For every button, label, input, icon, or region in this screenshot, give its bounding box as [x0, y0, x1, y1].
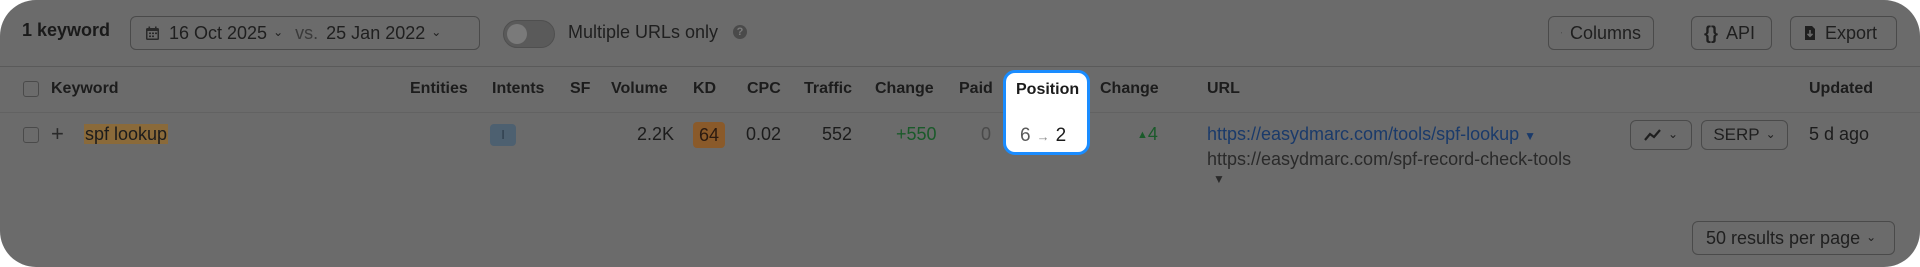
intent-badge: I	[490, 124, 516, 146]
url-cell[interactable]: https://easydmarc.com/tools/spf-lookup ▼	[1207, 124, 1536, 145]
chevron-down-icon: ⌄	[1667, 127, 1679, 141]
url-primary-link[interactable]: https://easydmarc.com/tools/spf-lookup	[1207, 124, 1519, 144]
header-position-change[interactable]: Change	[1100, 80, 1159, 98]
keyword-link[interactable]: spf lookup	[84, 124, 169, 144]
kd-badge: 64	[693, 122, 725, 148]
select-all-checkbox[interactable]	[23, 81, 39, 97]
columns-icon	[1561, 32, 1562, 34]
serp-button[interactable]: SERP ⌄	[1701, 120, 1788, 150]
header-cpc[interactable]: CPC	[747, 80, 781, 98]
multiple-urls-label: Multiple URLs only	[568, 22, 719, 42]
keyword-cell[interactable]: spf lookup	[84, 124, 169, 145]
date-primary[interactable]: 16 Oct 2025	[169, 23, 267, 44]
paid-cell: 0	[981, 124, 992, 144]
header-traffic-change[interactable]: Change	[875, 80, 934, 98]
vs-label: vs.	[295, 22, 319, 43]
header-position[interactable]: Position	[1016, 81, 1079, 99]
header-sf[interactable]: SF	[570, 80, 590, 98]
columns-button[interactable]: Columns	[1548, 16, 1654, 50]
toolbar-divider	[0, 66, 1920, 67]
position-values: 6 → 2	[1020, 125, 1066, 147]
header-traffic[interactable]: Traffic	[804, 80, 852, 98]
per-page-label: 50 results per page	[1706, 227, 1861, 248]
header-entities[interactable]: Entities	[410, 80, 468, 98]
position-new: 2	[1055, 125, 1067, 146]
multiple-urls-toggle[interactable]	[503, 20, 555, 48]
keyword-count: 1 keyword	[22, 20, 111, 40]
results-per-page-select[interactable]: 50 results per page ⌄	[1692, 221, 1895, 255]
chevron-down-icon: ⌄	[1866, 230, 1877, 244]
columns-label: Columns	[1569, 22, 1641, 43]
toolbar: 1 keyword 16 Oct 2025 ⌄ vs. 25 Jan 2022 …	[0, 0, 1920, 66]
api-label: API	[1726, 22, 1756, 43]
arrow-right-icon: →	[1036, 129, 1050, 144]
expand-urls-icon[interactable]: ▼	[1213, 172, 1225, 186]
serp-label: SERP	[1713, 125, 1760, 144]
help-icon[interactable]: ?	[733, 25, 747, 39]
add-keyword-icon[interactable]: +	[51, 121, 64, 147]
trend-chart-button[interactable]: ⌄	[1630, 120, 1692, 150]
export-label: Export	[1825, 22, 1878, 43]
position-change-value: 4	[1147, 124, 1158, 144]
export-button[interactable]: Export	[1790, 16, 1897, 50]
volume-cell: 2.2K	[637, 124, 675, 144]
triangle-up-icon: ▲	[1137, 129, 1148, 141]
chevron-down-icon: ⌄	[1765, 127, 1776, 141]
chevron-down-icon: ⌄	[431, 25, 442, 39]
position-old: 6	[1020, 125, 1031, 146]
header-keyword[interactable]: Keyword	[51, 80, 119, 98]
row-checkbox[interactable]	[23, 127, 39, 143]
toggle-knob	[507, 24, 527, 44]
cpc-cell: 0.02	[746, 124, 782, 144]
header-updated[interactable]: Updated	[1809, 80, 1873, 98]
trend-icon	[1644, 129, 1661, 141]
traffic-change-cell: +550	[896, 124, 937, 144]
position-highlight: Position 6 → 2	[1003, 70, 1090, 155]
header-intents[interactable]: Intents	[492, 80, 544, 98]
header-kd[interactable]: KD	[693, 80, 716, 98]
braces-icon: {}	[1704, 22, 1719, 43]
calendar-icon	[146, 26, 159, 40]
date-compare[interactable]: 25 Jan 2022	[326, 23, 425, 44]
download-icon	[1805, 26, 1815, 40]
header-paid[interactable]: Paid	[959, 80, 993, 98]
url-secondary[interactable]: https://easydmarc.com/spf-record-check-t…	[1207, 149, 1571, 170]
chevron-down-icon: ⌄	[273, 25, 284, 39]
header-url[interactable]: URL	[1207, 80, 1240, 98]
updated-cell: 5 d ago	[1809, 124, 1870, 144]
keyword-table-panel: 1 keyword 16 Oct 2025 ⌄ vs. 25 Jan 2022 …	[0, 0, 1920, 267]
header-divider	[0, 112, 1920, 113]
traffic-cell: 552	[822, 124, 853, 144]
position-change-cell: ▲4	[1137, 124, 1158, 145]
caret-down-icon[interactable]: ▼	[1524, 129, 1536, 143]
api-button[interactable]: {} API	[1691, 16, 1772, 50]
date-comparison-picker[interactable]: 16 Oct 2025 ⌄ vs. 25 Jan 2022 ⌄	[130, 16, 480, 50]
header-volume[interactable]: Volume	[611, 80, 668, 98]
